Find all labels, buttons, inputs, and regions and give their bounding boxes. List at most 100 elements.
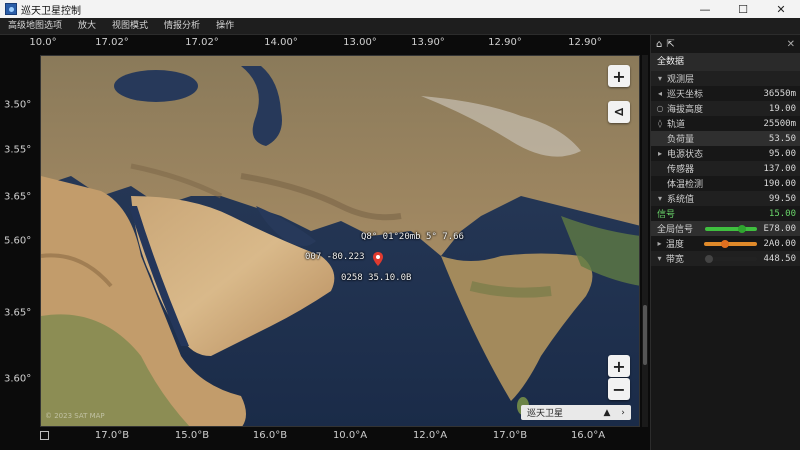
layer-selector[interactable]: 巡天卫星 ▲ › bbox=[521, 405, 631, 420]
maximize-button[interactable]: ☐ bbox=[724, 0, 762, 18]
coordinate-label-left: 007 -80.223 bbox=[305, 252, 365, 262]
left-tick: 3.50° bbox=[4, 99, 32, 111]
add-button[interactable]: + bbox=[608, 65, 630, 87]
diamond-icon: ◊ bbox=[658, 119, 662, 128]
data-panel: ⌂ ⇱ ✕ 全数据 ▾ 观测层 ◂ 巡天坐标 36550m ○ 海拔高度 19.… bbox=[650, 35, 800, 450]
bottom-tick: 12.0°A bbox=[412, 430, 448, 441]
menu-item-zoom[interactable]: 放大 bbox=[70, 18, 104, 35]
map-copyright: © 2023 SAT MAP bbox=[45, 412, 105, 420]
left-axis: 3.50° 3.55° 3.65° 5.60° 3.65° 3.60° bbox=[0, 55, 40, 427]
slider-value: 448.50 bbox=[763, 253, 796, 264]
pin-panel-icon[interactable]: ⇱ bbox=[666, 39, 674, 50]
panel-row[interactable]: 体温检测 190.00 bbox=[651, 176, 800, 191]
slider-row[interactable]: ▾ 带宽 448.50 bbox=[651, 251, 800, 266]
window-title: 巡天卫星控制 bbox=[21, 5, 81, 17]
left-tick: 3.55° bbox=[4, 144, 32, 156]
slider-thumb[interactable] bbox=[737, 224, 746, 233]
top-tick: 14.00° bbox=[264, 37, 298, 48]
layer-selector-label: 巡天卫星 bbox=[527, 409, 564, 419]
panel-row-label: 传感器 bbox=[667, 165, 695, 175]
menu-bar: 高级地图选项 放大 视图模式 情报分析 操作 bbox=[0, 18, 800, 35]
panel-row[interactable]: ▸ 电源状态 95.00 bbox=[651, 146, 800, 161]
panel-row-value: 137.00 bbox=[763, 163, 796, 174]
left-tick: 5.60° bbox=[4, 235, 32, 247]
panel-row[interactable]: ▾ 系统值 99.50 bbox=[651, 191, 800, 206]
panel-row[interactable]: ▾ 观测层 bbox=[651, 71, 800, 86]
layer-next-icon[interactable]: › bbox=[615, 408, 631, 418]
panel-row-value: 53.50 bbox=[768, 133, 796, 144]
panel-row-value: 95.00 bbox=[768, 148, 796, 159]
bottom-tick: 10.0°A bbox=[332, 430, 368, 441]
signal-label: 信号 bbox=[657, 210, 676, 220]
panel-row-label: 电源状态 bbox=[667, 150, 704, 160]
slider-label: 全局信号 bbox=[657, 225, 694, 235]
collapse-icon: ▾ bbox=[657, 74, 662, 83]
bottom-tick: 17.0°B bbox=[492, 430, 528, 441]
map-terrain bbox=[41, 56, 639, 426]
panel-row[interactable]: 传感器 137.00 bbox=[651, 161, 800, 176]
home-icon[interactable]: ⌂ bbox=[656, 39, 662, 50]
slider-thumb[interactable] bbox=[705, 254, 714, 263]
bottom-tick: 16.0°A bbox=[570, 430, 606, 441]
bottom-tick: 17.0°B bbox=[94, 430, 130, 441]
slider-row[interactable]: 全局信号 E78.00 bbox=[651, 221, 800, 236]
zoom-in-button[interactable]: + bbox=[608, 355, 630, 377]
zoom-out-button[interactable]: − bbox=[608, 378, 630, 400]
expand-icon: ▸ bbox=[657, 149, 662, 158]
panel-toolbar: ⌂ ⇱ ✕ bbox=[651, 35, 800, 53]
menu-item-operations[interactable]: 操作 bbox=[208, 18, 242, 35]
layer-up-icon[interactable]: ▲ bbox=[599, 408, 615, 418]
temperature-slider[interactable] bbox=[703, 239, 758, 248]
panel-row-label: 轨道 bbox=[667, 120, 686, 130]
bandwidth-slider[interactable] bbox=[703, 254, 758, 263]
expand-icon: ▾ bbox=[657, 254, 662, 263]
signal-row[interactable]: 信号 15.00 bbox=[651, 206, 800, 221]
expand-icon: ▸ bbox=[657, 239, 662, 248]
title-bar: 巡天卫星控制 — ☐ ✕ bbox=[0, 0, 800, 18]
coordinate-label-pin: 0258 35.10.0B bbox=[341, 273, 412, 283]
top-tick: 10.0° bbox=[29, 37, 57, 48]
left-tick: 3.60° bbox=[4, 373, 32, 385]
slider-value: 2A0.00 bbox=[763, 238, 796, 249]
arrow-icon: ◂ bbox=[657, 89, 662, 98]
panel-row-label: 系统值 bbox=[667, 195, 695, 205]
top-tick: 17.02° bbox=[95, 37, 129, 48]
panel-row-value: 19.00 bbox=[768, 103, 796, 114]
top-tick: 12.90° bbox=[568, 37, 602, 48]
circle-icon: ○ bbox=[656, 104, 664, 113]
slider-thumb[interactable] bbox=[721, 239, 730, 248]
panel-row[interactable]: ○ 海拔高度 19.00 bbox=[651, 101, 800, 116]
slider-label: 温度 bbox=[665, 240, 684, 250]
signal-value: 15.00 bbox=[768, 208, 796, 219]
panel-row-label: 负荷量 bbox=[667, 135, 695, 145]
close-button[interactable]: ✕ bbox=[762, 0, 800, 18]
top-tick: 13.00° bbox=[343, 37, 377, 48]
coordinate-label-top: Q8° 01°20mb 5° 7.66 bbox=[361, 232, 464, 242]
collapse-icon: ▾ bbox=[657, 194, 662, 203]
bottom-axis: 17.0°B 15.0°B 16.0°B 10.0°A 12.0°A 17.0°… bbox=[40, 430, 640, 448]
satellite-map[interactable]: Q8° 01°20mb 5° 7.66 007 -80.223 0258 35.… bbox=[40, 55, 640, 427]
panel-close-icon[interactable]: ✕ bbox=[787, 39, 795, 50]
panel-row[interactable]: 负荷量 53.50 bbox=[651, 131, 800, 146]
menu-item-analysis[interactable]: 情报分析 bbox=[156, 18, 208, 35]
top-axis: 10.0° 17.02° 17.02° 14.00° 13.00° 13.90°… bbox=[29, 37, 640, 55]
panel-row[interactable]: ◂ 巡天坐标 36550m bbox=[651, 86, 800, 101]
global-signal-slider[interactable] bbox=[705, 224, 758, 233]
top-tick: 12.90° bbox=[488, 37, 522, 48]
minimize-button[interactable]: — bbox=[686, 0, 724, 18]
bottom-tick: 16.0°B bbox=[252, 430, 288, 441]
location-pin-icon[interactable] bbox=[373, 252, 383, 266]
panel-row-value: 99.50 bbox=[768, 193, 796, 204]
panel-row-label: 巡天坐标 bbox=[667, 90, 704, 100]
panel-title: 全数据 bbox=[651, 53, 800, 71]
panel-row[interactable]: ◊ 轨道 25500m bbox=[651, 116, 800, 131]
menu-item-view-mode[interactable]: 视图模式 bbox=[104, 18, 156, 35]
menu-item-map-options[interactable]: 高级地图选项 bbox=[0, 18, 70, 35]
panel-row-label: 体温检测 bbox=[667, 180, 704, 190]
map-vertical-scrollbar[interactable] bbox=[642, 55, 648, 427]
compass-button[interactable]: ⊲ bbox=[608, 101, 630, 123]
top-tick: 13.90° bbox=[411, 37, 445, 48]
window-controls: — ☐ ✕ bbox=[686, 0, 800, 18]
slider-row[interactable]: ▸ 温度 2A0.00 bbox=[651, 236, 800, 251]
panel-row-value: 190.00 bbox=[763, 178, 796, 189]
